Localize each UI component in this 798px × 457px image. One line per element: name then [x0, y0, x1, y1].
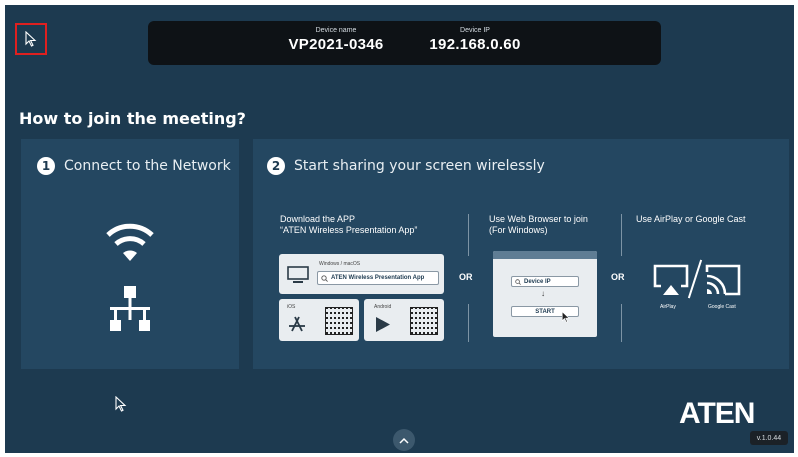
device-ip-value: 192.168.0.60 [429, 36, 521, 53]
cast-separator [687, 259, 703, 299]
down-arrow: ↓ [541, 289, 545, 298]
divider [621, 304, 622, 342]
device-ip-label: Device IP [460, 27, 490, 34]
step1-panel: 1 Connect to the Network [21, 139, 239, 369]
chevron-up-icon [399, 437, 409, 444]
step2-title: Start sharing your screen wirelessly [294, 158, 545, 174]
divider [468, 304, 469, 342]
web-heading-line1: Use Web Browser to join [489, 214, 588, 224]
browser-titlebar [493, 251, 597, 259]
desktop-app-card[interactable]: Windows / macOS ATEN Wireless Presentati… [279, 254, 444, 294]
device-name-label: Device name [315, 27, 357, 34]
monitor-icon [287, 266, 309, 283]
app-search-text: ATEN Wireless Presentation App [331, 275, 425, 281]
device-ip-field-text: Device IP [524, 278, 551, 285]
network-icon [110, 286, 150, 331]
app-heading-line1: Download the APP [280, 214, 356, 224]
google-cast-label: Google Cast [708, 304, 736, 310]
device-ip: Device IP 192.168.0.60 [420, 27, 530, 53]
web-heading: Use Web Browser to join (For Windows) [489, 214, 588, 236]
step2-number: 2 [267, 157, 285, 175]
version-badge: v.1.0.44 [750, 431, 788, 445]
wifi-icon [106, 223, 154, 261]
cursor-icon [25, 31, 37, 47]
divider [621, 214, 622, 256]
highlighted-cursor [15, 23, 47, 55]
aten-logo: ATEN [679, 397, 755, 430]
device-name: Device name VP2021-0346 [276, 27, 396, 53]
android-app-card[interactable]: Android [364, 299, 444, 341]
cursor-icon [115, 396, 127, 412]
desktop-label: Windows / macOS [319, 261, 361, 267]
search-icon [321, 274, 328, 282]
play-store-icon [376, 317, 390, 332]
step2-panel: 2 Start sharing your screen wirelessly D… [253, 139, 789, 369]
browser-illustration: Device IP ↓ START [493, 251, 597, 337]
device-info-bar: Device name VP2021-0346 Device IP 192.16… [148, 21, 661, 65]
app-store-icon [289, 316, 305, 332]
step1-title: Connect to the Network [64, 158, 231, 174]
airplay-icon [653, 264, 689, 295]
cast-heading: Use AirPlay or Google Cast [636, 214, 746, 224]
device-ip-field[interactable]: Device IP [511, 276, 579, 287]
or-label: OR [611, 272, 625, 282]
app-heading-line2: “ATEN Wireless Presentation App” [280, 225, 418, 235]
device-name-value: VP2021-0346 [288, 36, 384, 53]
step2-header: 2 Start sharing your screen wirelessly [267, 157, 545, 175]
airplay-label: AirPlay [660, 304, 676, 310]
google-cast-icon [705, 264, 741, 296]
search-icon [515, 278, 521, 285]
app-search-box[interactable]: ATEN Wireless Presentation App [317, 271, 439, 285]
ios-app-card[interactable]: iOS [279, 299, 359, 341]
android-label: Android [374, 304, 392, 310]
step1-number: 1 [37, 157, 55, 175]
ios-qr-code [325, 307, 353, 335]
step1-header: 1 Connect to the Network [37, 157, 231, 175]
web-heading-line2: (For Windows) [489, 225, 548, 235]
cursor-icon [561, 311, 570, 323]
app-heading: Download the APP “ATEN Wireless Presenta… [280, 214, 417, 236]
or-label: OR [459, 272, 473, 282]
expand-up-button[interactable] [393, 429, 415, 451]
android-qr-code [410, 307, 438, 335]
screen: Device name VP2021-0346 Device IP 192.16… [5, 5, 794, 453]
page-title: How to join the meeting? [19, 109, 246, 128]
divider [468, 214, 469, 256]
ios-label: iOS [287, 304, 296, 310]
